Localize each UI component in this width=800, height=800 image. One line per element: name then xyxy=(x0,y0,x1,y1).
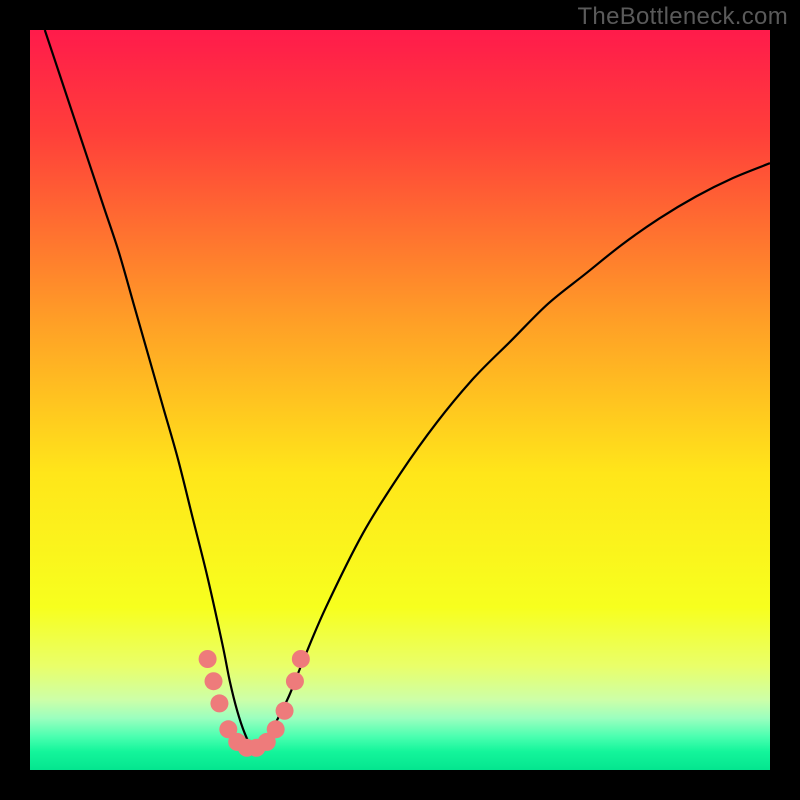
highlight-dot xyxy=(286,672,304,690)
highlight-dot xyxy=(292,650,310,668)
watermark-label: TheBottleneck.com xyxy=(577,3,788,31)
highlight-dot xyxy=(267,720,285,738)
gradient-background xyxy=(30,30,770,770)
highlight-dot xyxy=(210,694,228,712)
plot-area xyxy=(30,30,770,770)
highlight-dot xyxy=(276,702,294,720)
chart-svg xyxy=(30,30,770,770)
highlight-dot xyxy=(199,650,217,668)
chart-frame: TheBottleneck.com xyxy=(0,0,800,800)
highlight-dot xyxy=(205,672,223,690)
